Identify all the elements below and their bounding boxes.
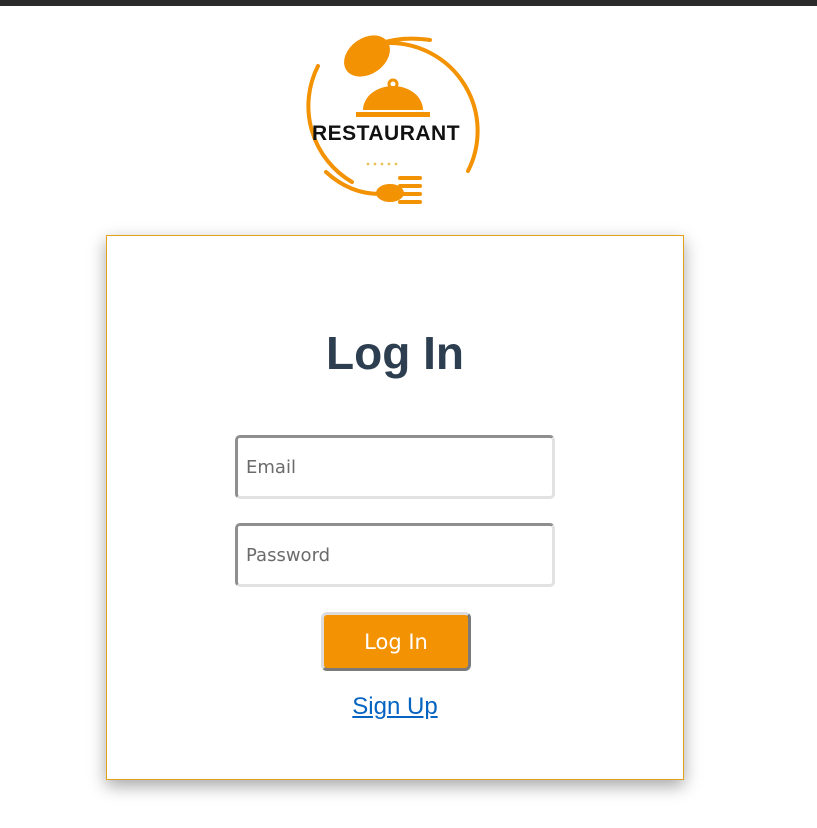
- email-input[interactable]: [235, 435, 555, 499]
- login-title: Log In: [326, 327, 464, 379]
- spoon-icon: [344, 35, 390, 77]
- signup-link[interactable]: Sign Up: [107, 693, 683, 721]
- restaurant-logo: RESTAURANT: [240, 6, 550, 230]
- logo-text: RESTAURANT: [311, 122, 461, 145]
- password-input[interactable]: [235, 523, 555, 587]
- logo-graphic: [306, 35, 480, 204]
- login-button[interactable]: Log In: [321, 612, 471, 671]
- login-card: Log In Log In Sign Up: [106, 235, 684, 780]
